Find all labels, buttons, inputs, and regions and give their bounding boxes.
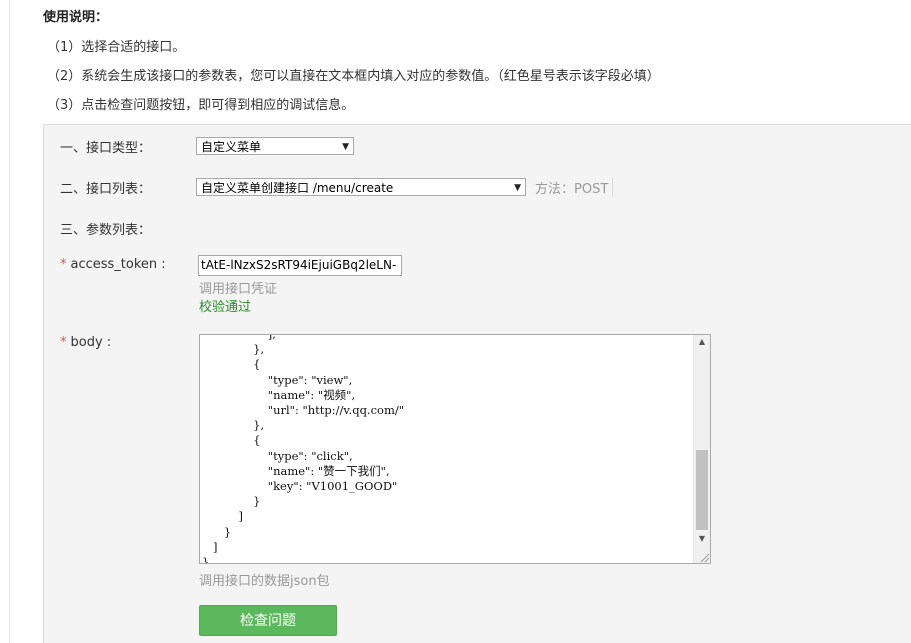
body-json-content: ], }, { "type": "view", "name": "视频", "u… [202,334,405,564]
resize-grip-icon[interactable] [698,551,710,563]
interface-type-value: 自定义菜单 [201,140,262,154]
usage-line-1: （1）选择合适的接口。 [47,40,186,55]
check-problem-button[interactable]: 检查问题 [199,605,337,636]
interface-list-label: 二、接口列表： [60,182,152,197]
scrollbar-thumb[interactable] [696,450,708,530]
params-label: 三、参数列表： [60,223,152,238]
body-hint: 调用接口的数据json包 [199,574,330,589]
triangle-down-icon: ▼ [514,183,521,193]
body-label-row: * body : [60,335,111,350]
required-mark: * [60,335,67,350]
left-divider [9,0,10,643]
body-label: body : [70,335,112,350]
method-label: 方法：POST [535,178,614,197]
triangle-down-icon[interactable]: ▼ [694,532,710,546]
interface-type-label: 一、接口类型： [60,141,152,156]
access-token-label-row: * access_token : [60,257,166,272]
access-token-validation: 校验通过 [199,300,252,315]
interface-list-select[interactable]: 自定义菜单创建接口 /menu/create ▼ [196,178,526,196]
usage-line-3: （3）点击检查问题按钮，即可得到相应的调试信息。 [47,98,355,113]
access-token-label: access_token : [70,257,166,272]
triangle-down-icon: ▼ [342,142,349,152]
usage-line-2: （2）系统会生成该接口的参数表，您可以直接在文本框内填入对应的参数值。（红色星号… [47,69,660,84]
body-textarea[interactable]: ], }, { "type": "view", "name": "视频", "u… [199,334,711,564]
triangle-up-icon[interactable]: ▲ [694,335,710,349]
access-token-input[interactable]: tAtE-lNzxS2sRT94iEjuiGBq2leLN- [198,255,402,276]
interface-list-value: 自定义菜单创建接口 /menu/create [201,181,394,195]
page: 使用说明： （1）选择合适的接口。 （2）系统会生成该接口的参数表，您可以直接在… [0,0,911,643]
usage-title: 使用说明： [43,10,109,25]
interface-type-select[interactable]: 自定义菜单 ▼ [196,137,354,155]
body-scrollbar[interactable]: ▲ ▼ [693,335,710,563]
access-token-hint: 调用接口凭证 [199,282,278,297]
required-mark: * [60,257,67,272]
